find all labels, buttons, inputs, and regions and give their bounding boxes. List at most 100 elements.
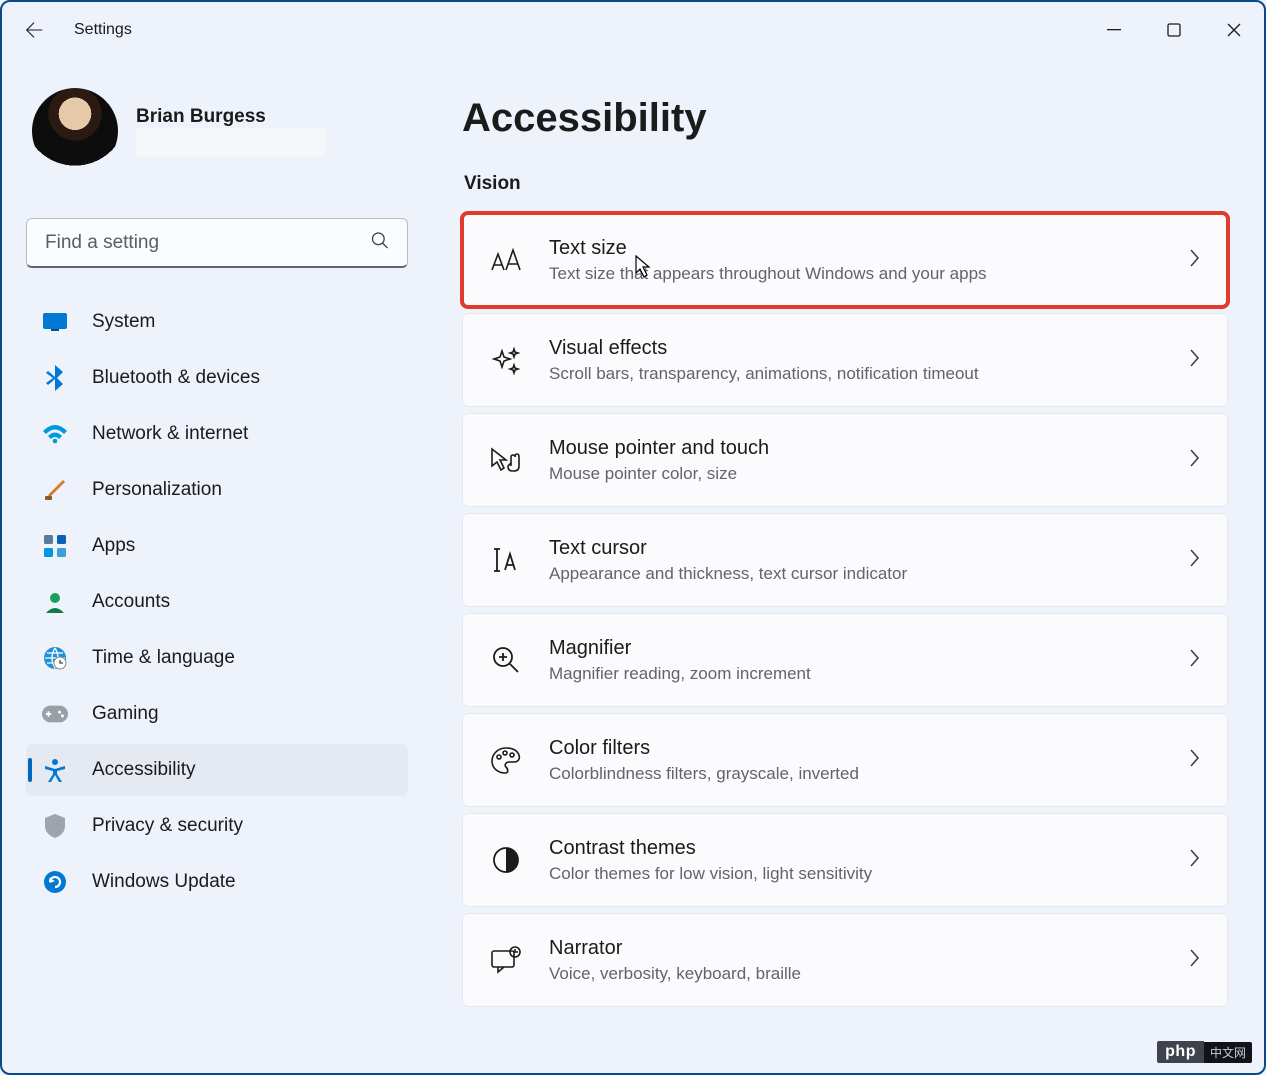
card-subtitle: Appearance and thickness, text cursor in… [549,563,1161,586]
chevron-right-icon [1187,347,1201,374]
system-icon [42,309,68,335]
nav-item-bluetooth[interactable]: Bluetooth & devices [26,352,408,404]
nav-item-label: Windows Update [92,871,236,893]
textsize-icon [489,243,523,277]
narrator-icon [489,943,523,977]
titlebar-left: Settings [22,18,132,42]
app-title: Settings [74,21,132,39]
accounts-icon [42,589,68,615]
chevron-right-icon [1187,747,1201,774]
card-title: Color filters [549,735,1161,761]
nav-item-label: Gaming [92,703,159,725]
card-title: Visual effects [549,335,1161,361]
card-subtitle: Color themes for low vision, light sensi… [549,863,1161,886]
textcursor-icon [489,543,523,577]
nav: System Bluetooth & devices Network & int… [26,296,408,908]
contrast-icon [489,843,523,877]
card-text: Magnifier Magnifier reading, zoom increm… [549,635,1161,686]
card-title: Text cursor [549,535,1161,561]
nav-item-accessibility[interactable]: Accessibility [26,744,408,796]
minimize-button[interactable] [1084,2,1144,58]
minimize-icon [1107,23,1121,37]
sidebar: Brian Burgess System Bluetooth & devices… [2,58,422,1073]
search-input[interactable] [26,218,408,268]
chevron-right-icon [1187,947,1201,974]
card-text: Text size Text size that appears through… [549,235,1161,286]
nav-item-apps[interactable]: Apps [26,520,408,572]
card-subtitle: Mouse pointer color, size [549,463,1161,486]
nav-item-privacy[interactable]: Privacy & security [26,800,408,852]
settings-window: Settings Brian Burgess [0,0,1266,1075]
card-subtitle: Colorblindness filters, grayscale, inver… [549,763,1161,786]
back-arrow-icon [23,19,45,41]
accessibility-icon [42,757,68,783]
back-button[interactable] [22,18,46,42]
card-pointer[interactable]: Mouse pointer and touch Mouse pointer co… [462,413,1228,507]
card-title: Magnifier [549,635,1161,661]
card-title: Mouse pointer and touch [549,435,1161,461]
nav-item-gaming[interactable]: Gaming [26,688,408,740]
card-text: Narrator Voice, verbosity, keyboard, bra… [549,935,1161,986]
badge-php: php [1157,1041,1204,1063]
card-narrator[interactable]: Narrator Voice, verbosity, keyboard, bra… [462,913,1228,1007]
card-text: Text cursor Appearance and thickness, te… [549,535,1161,586]
main: Accessibility Vision Text size Text size… [422,58,1264,1073]
section-label: Vision [464,173,1228,195]
card-magnifier[interactable]: Magnifier Magnifier reading, zoom increm… [462,613,1228,707]
privacy-icon [42,813,68,839]
card-text: Visual effects Scroll bars, transparency… [549,335,1161,386]
card-text: Contrast themes Color themes for low vis… [549,835,1161,886]
nav-item-label: Network & internet [92,423,248,445]
card-subtitle: Scroll bars, transparency, animations, n… [549,363,1161,386]
magnifier-icon [489,643,523,677]
card-text: Mouse pointer and touch Mouse pointer co… [549,435,1161,486]
gaming-icon [42,701,68,727]
timelang-icon [42,645,68,671]
close-button[interactable] [1204,2,1264,58]
page-title: Accessibility [462,96,1228,141]
profile-text: Brian Burgess [136,106,326,156]
card-contrast[interactable]: Contrast themes Color themes for low vis… [462,813,1228,907]
nav-item-label: Accessibility [92,759,195,781]
card-textcursor[interactable]: Text cursor Appearance and thickness, te… [462,513,1228,607]
profile[interactable]: Brian Burgess [26,82,408,188]
palette-icon [489,743,523,777]
card-list: Text size Text size that appears through… [462,213,1228,1007]
card-subtitle: Text size that appears throughout Window… [549,263,1161,286]
maximize-button[interactable] [1144,2,1204,58]
titlebar: Settings [2,2,1264,58]
search-wrap [26,218,408,268]
pointer-icon [489,443,523,477]
card-title: Narrator [549,935,1161,961]
nav-item-system[interactable]: System [26,296,408,348]
nav-item-accounts[interactable]: Accounts [26,576,408,628]
nav-item-label: Time & language [92,647,235,669]
chevron-right-icon [1187,847,1201,874]
card-text: Color filters Colorblindness filters, gr… [549,735,1161,786]
window-controls [1084,2,1264,58]
brush-icon [42,477,68,503]
card-textsize[interactable]: Text size Text size that appears through… [462,213,1228,307]
chevron-right-icon [1187,247,1201,274]
card-sparkle[interactable]: Visual effects Scroll bars, transparency… [462,313,1228,407]
card-title: Text size [549,235,1161,261]
card-subtitle: Magnifier reading, zoom increment [549,663,1161,686]
nav-item-update[interactable]: Windows Update [26,856,408,908]
card-palette[interactable]: Color filters Colorblindness filters, gr… [462,713,1228,807]
nav-item-wifi[interactable]: Network & internet [26,408,408,460]
nav-item-label: Personalization [92,479,222,501]
profile-name: Brian Burgess [136,106,326,128]
nav-item-brush[interactable]: Personalization [26,464,408,516]
nav-item-label: Privacy & security [92,815,243,837]
chevron-right-icon [1187,647,1201,674]
chevron-right-icon [1187,547,1201,574]
nav-item-timelang[interactable]: Time & language [26,632,408,684]
card-title: Contrast themes [549,835,1161,861]
body: Brian Burgess System Bluetooth & devices… [2,58,1264,1073]
update-icon [42,869,68,895]
nav-item-label: Apps [92,535,135,557]
watermark-badge: php 中文网 [1157,1041,1252,1063]
maximize-icon [1167,23,1181,37]
close-icon [1227,23,1241,37]
avatar [32,88,118,174]
